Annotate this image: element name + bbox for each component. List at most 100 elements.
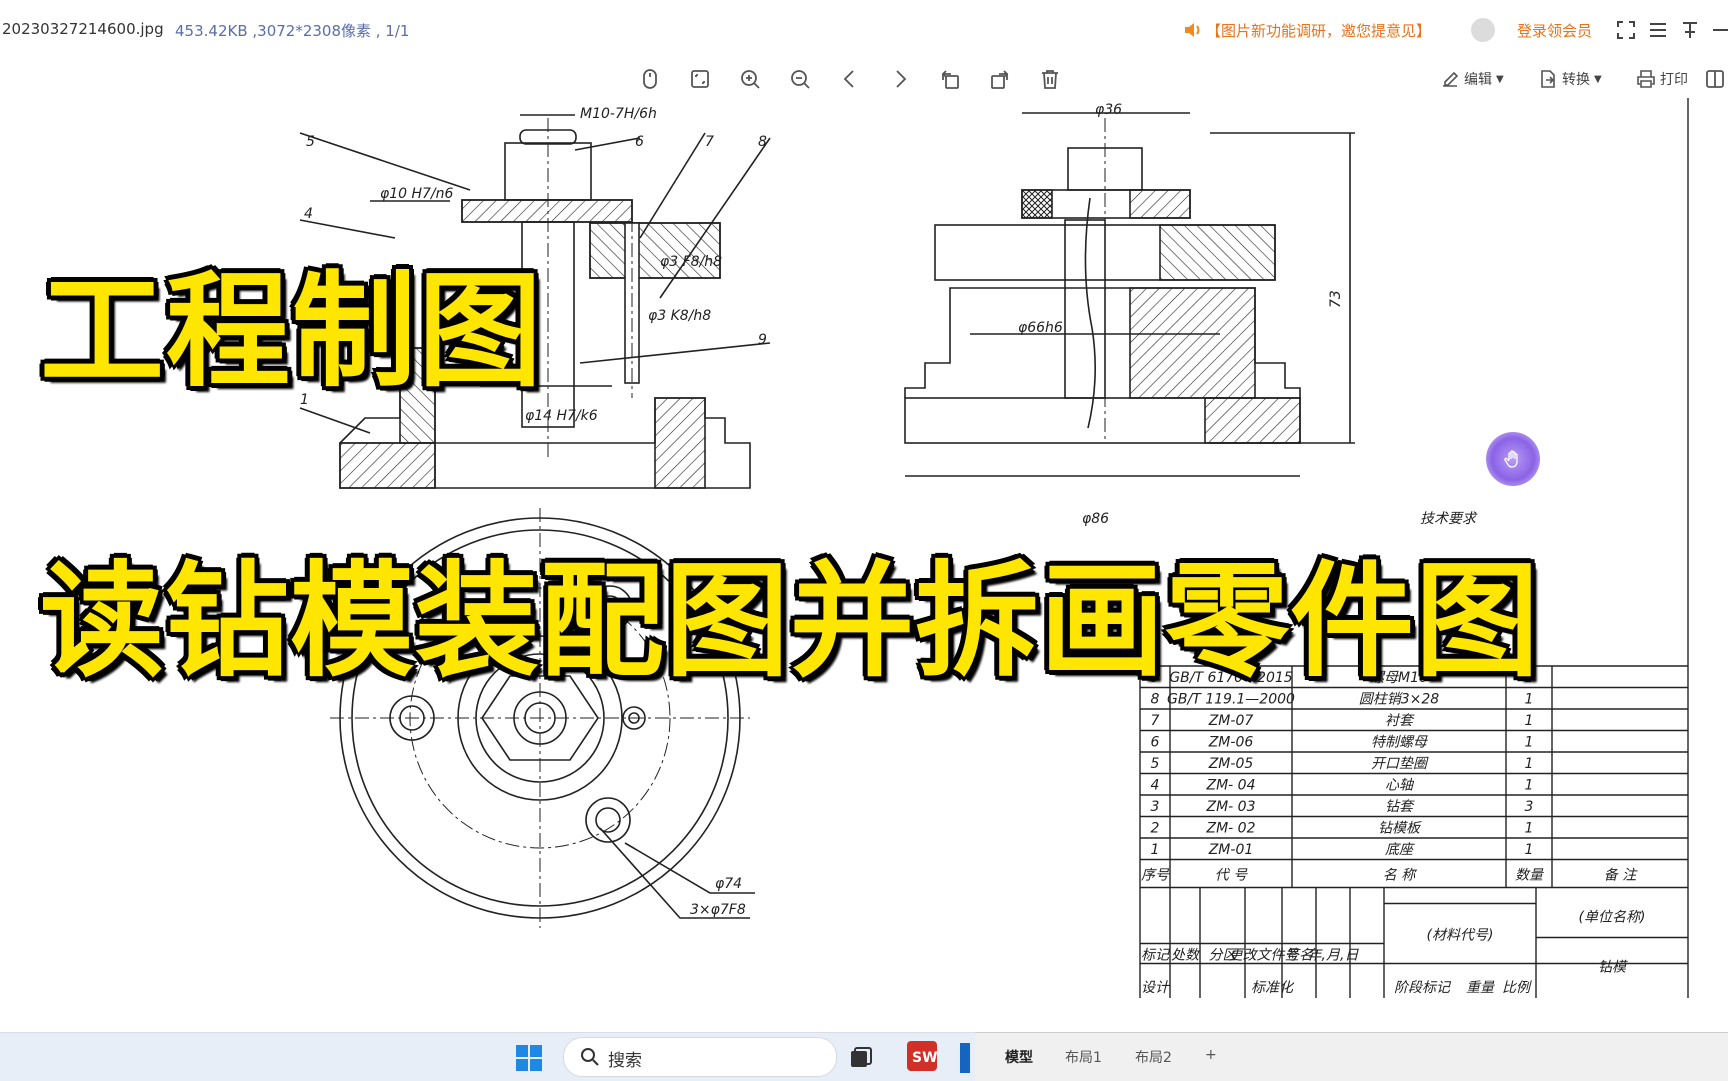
fullscreen-icon[interactable] [1616, 20, 1636, 44]
bom-name: 钻模板 [1378, 821, 1422, 837]
login-link[interactable]: 登录领会员 [1517, 20, 1592, 41]
print-button[interactable]: 打印 [1636, 66, 1688, 92]
bom-code: ZM-05 [1208, 756, 1254, 772]
pin-icon[interactable] [1680, 20, 1700, 44]
titleblock-unit: (单位名称) [1579, 910, 1646, 926]
callout-5: 5 [306, 134, 315, 150]
minimize-icon[interactable] [1712, 20, 1728, 44]
edit-button[interactable]: 编辑 ▼ [1440, 66, 1504, 92]
convert-button[interactable]: 转换 ▼ [1538, 66, 1602, 92]
titleblock-mark: 标记 [1141, 948, 1171, 964]
overlay-subtitle: 读钻模装配图并拆画零件图 [40, 550, 1541, 694]
bom-name: 特制螺母 [1371, 735, 1428, 751]
dim-phi36: φ36 [1095, 102, 1122, 118]
bom-no: 2 [1151, 821, 1160, 837]
more-icon[interactable] [1700, 64, 1728, 94]
bom-header-note: 备 注 [1604, 868, 1638, 884]
previous-icon[interactable] [835, 64, 865, 94]
bom-name: 衬套 [1385, 713, 1415, 729]
bom-no: 5 [1151, 756, 1160, 772]
titleblock-weight: 重量 [1466, 980, 1496, 996]
dim-phi3b: φ3 K8/h8 [648, 308, 711, 324]
edit-icon [1443, 71, 1459, 87]
bom-code: ZM- 02 [1206, 821, 1256, 837]
callout-9: 9 [758, 332, 767, 348]
titleblock-mark: 年,月,日 [1308, 948, 1360, 964]
bom-qty: 1 [1525, 842, 1534, 858]
taskbar-search[interactable]: 搜索 [563, 1037, 837, 1077]
bom-name: 钻套 [1385, 799, 1415, 815]
zoom-out-icon[interactable] [785, 64, 815, 94]
bom-code: ZM- 03 [1206, 799, 1256, 815]
app-icon[interactable] [960, 1043, 970, 1073]
titleblock-standard: 标准化 [1251, 980, 1295, 996]
titleblock-design: 设计 [1141, 980, 1171, 996]
bom-code: ZM-06 [1208, 735, 1254, 751]
delete-icon[interactable] [1035, 64, 1065, 94]
task-view-icon[interactable] [848, 1045, 874, 1075]
bom-code: ZM-07 [1208, 713, 1254, 729]
titleblock-partname: 钻模 [1598, 960, 1628, 976]
zoom-in-icon[interactable] [735, 64, 765, 94]
search-placeholder: 搜索 [608, 1051, 642, 1071]
tab-layout1[interactable]: 布局1 [1065, 1047, 1102, 1067]
rotate-left-icon[interactable] [935, 64, 965, 94]
callout-6: 6 [635, 134, 644, 150]
solidworks-icon[interactable]: SW [905, 1039, 939, 1077]
file-info[interactable]: 453.42KB ,3072*2308像素 , 1/1 [175, 20, 409, 41]
file-name: 20230327214600.jpg [2, 20, 164, 38]
viewer-titlebar: 20230327214600.jpg 453.42KB ,3072*2308像素… [0, 0, 1728, 59]
bom-header-no: 序号 [1141, 868, 1170, 884]
bom-code: ZM-01 [1208, 842, 1254, 858]
bom-name: 开口垫圈 [1371, 756, 1429, 772]
convert-icon [1541, 70, 1555, 88]
bom-code: ZM- 04 [1206, 778, 1256, 794]
cad-layout-bar: 模型 布局1 布局2 + [975, 1032, 1728, 1081]
dim-73: 73 [1328, 290, 1344, 308]
bom-qty: 1 [1525, 756, 1534, 772]
dim-phi3a: φ3 F8/h8 [660, 254, 722, 270]
callout-4: 4 [304, 206, 313, 222]
windows-start-icon[interactable] [515, 1044, 543, 1076]
tab-model[interactable]: 模型 [1005, 1047, 1033, 1067]
menu-icon[interactable] [1648, 20, 1668, 44]
avatar[interactable] [1471, 18, 1495, 42]
callout-7: 7 [705, 134, 714, 150]
bom-no: 6 [1151, 735, 1160, 751]
next-icon[interactable] [885, 64, 915, 94]
tab-layout2[interactable]: 布局2 [1135, 1047, 1172, 1067]
mouse-mode-icon[interactable] [635, 64, 665, 94]
callout-8: 8 [758, 134, 767, 150]
bom-qty: 1 [1525, 713, 1534, 729]
svg-text:SW: SW [912, 1050, 938, 1066]
bom-no: 1 [1151, 842, 1160, 858]
bom-no: 4 [1151, 778, 1160, 794]
dim-holes: 3×φ7F8 [690, 902, 746, 918]
bom-qty: 1 [1525, 821, 1534, 837]
rotate-right-icon[interactable] [985, 64, 1015, 94]
dim-phi66: φ66h6 [1018, 320, 1063, 336]
titleblock-material: (材料代号) [1427, 928, 1494, 944]
bom-qty: 1 [1525, 735, 1534, 751]
tab-add[interactable]: + [1205, 1047, 1217, 1063]
speaker-icon [1183, 21, 1203, 43]
bom-name: 底座 [1385, 842, 1415, 858]
bom-header-qty: 数量 [1515, 868, 1545, 884]
chevron-down-icon: ▼ [1594, 73, 1602, 85]
feedback-notice[interactable]: 【图片新功能调研，邀您提意见】 [1206, 20, 1431, 41]
dim-phi14: φ14 H7/k6 [525, 408, 598, 424]
viewer-toolbar: 编辑 ▼ 转换 ▼ 打印 [0, 58, 1728, 98]
bom-no: 3 [1151, 799, 1160, 815]
titleblock-mark: 处数 [1171, 948, 1201, 964]
bom-header-name: 名 称 [1383, 868, 1417, 884]
bom-qty: 3 [1525, 799, 1534, 815]
bom-header-code: 代 号 [1215, 868, 1248, 884]
print-label: 打印 [1660, 72, 1688, 88]
edit-label: 编辑 [1464, 72, 1492, 88]
bom-no: 7 [1151, 713, 1160, 729]
hand-cursor-icon [1486, 432, 1540, 486]
dim-thread: M10-7H/6h [580, 106, 657, 122]
dim-phi74: φ74 [715, 876, 742, 892]
titleblock-scale: 比例 [1502, 980, 1532, 996]
fit-screen-icon[interactable] [685, 64, 715, 94]
